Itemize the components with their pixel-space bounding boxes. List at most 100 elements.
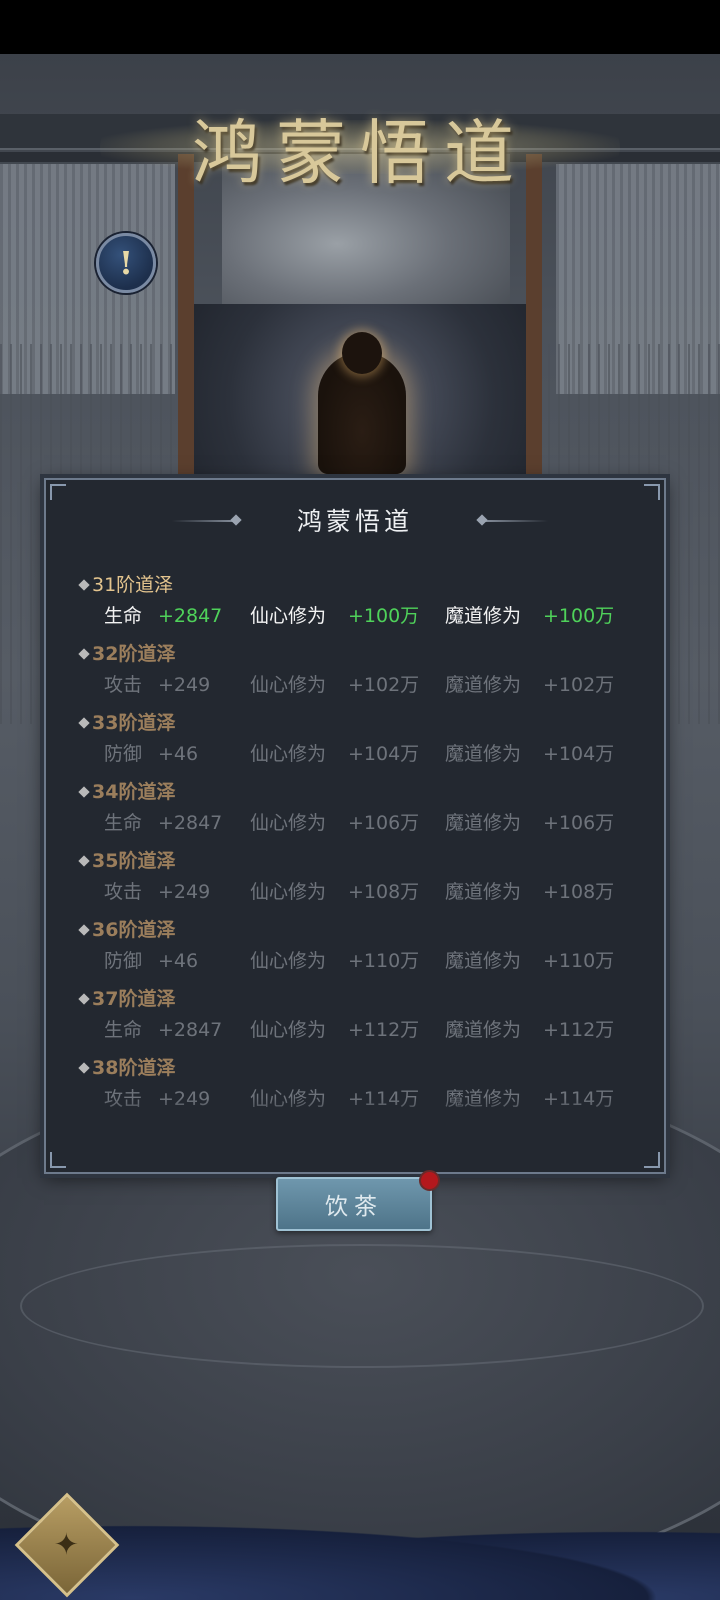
diamond-bullet-icon [78,579,90,591]
stat-name: 攻击 [104,674,143,696]
stat-name: 魔道修为 [445,674,522,696]
stat-name: 攻击 [104,881,143,903]
drink-tea-label: 饮茶 [325,1194,383,1220]
level-text: 38阶道泽 [92,1057,176,1079]
title-banner: 鸿蒙悟道 [100,102,620,194]
stat-name: 仙心修为 [250,881,327,903]
level-label: 32阶道泽 [76,641,175,667]
level-label: 38阶道泽 [76,1055,175,1081]
stat-value: +2847 [158,1019,223,1041]
stat-line: 生命 +2847 仙心修为 +100万 魔道修为 +100万 [76,602,636,630]
stat-value: +110万 [543,950,615,972]
diamond-bullet-icon [78,648,90,660]
stat-name: 仙心修为 [250,605,327,627]
stat-value: +112万 [543,1019,615,1041]
info-button[interactable]: ! [96,233,156,293]
stat-value: +106万 [348,812,420,834]
status-bar [0,0,720,54]
stat-value: +2847 [158,605,223,627]
stat-name: 防御 [104,950,143,972]
diamond-bullet-icon [78,993,90,1005]
page-title: 鸿蒙悟道 [192,111,528,194]
diamond-bullet-icon [78,1062,90,1074]
stat-name: 魔道修为 [445,605,522,627]
list-item: 31阶道泽 生命 +2847 仙心修为 +100万 魔道修为 +100万 [76,572,636,641]
stat-value: +108万 [543,881,615,903]
stat-value: +110万 [348,950,420,972]
stat-value: +102万 [543,674,615,696]
notification-dot [419,1170,440,1191]
level-text: 37阶道泽 [92,988,176,1010]
level-label: 34阶道泽 [76,779,175,805]
stat-value: +108万 [348,881,420,903]
list-item: 33阶道泽 防御 +46 仙心修为 +104万 魔道修为 +104万 [76,710,636,779]
stat-name: 魔道修为 [445,1019,522,1041]
stat-value: +104万 [348,743,420,765]
list-item: 36阶道泽 防御 +46 仙心修为 +110万 魔道修为 +110万 [76,917,636,986]
floor-pattern-ring [20,1244,704,1368]
stat-name: 生命 [104,605,143,627]
stat-name: 仙心修为 [250,674,327,696]
stat-value: +104万 [543,743,615,765]
level-text: 35阶道泽 [92,850,176,872]
level-text: 33阶道泽 [92,712,176,734]
stat-name: 魔道修为 [445,743,522,765]
level-label: 37阶道泽 [76,986,175,1012]
stat-value: +249 [158,881,211,903]
stat-name: 魔道修为 [445,812,522,834]
stat-value: +249 [158,674,211,696]
list-item: 34阶道泽 生命 +2847 仙心修为 +106万 魔道修为 +106万 [76,779,636,848]
stat-line: 生命 +2847 仙心修为 +106万 魔道修为 +106万 [76,809,636,837]
diamond-bullet-icon [78,786,90,798]
stat-value: +102万 [348,674,420,696]
stat-line: 防御 +46 仙心修为 +110万 魔道修为 +110万 [76,947,636,975]
stat-name: 仙心修为 [250,812,327,834]
stat-value: +2847 [158,812,223,834]
level-text: 36阶道泽 [92,919,176,941]
info-icon: ! [118,244,134,282]
reward-list[interactable]: 31阶道泽 生命 +2847 仙心修为 +100万 魔道修为 +100万 32阶道泽 攻击 +24… [76,572,636,1132]
stat-name: 仙心修为 [250,950,327,972]
stat-value: +46 [158,743,199,765]
level-text: 31阶道泽 [92,574,174,596]
reward-panel: 鸿蒙悟道 31阶道泽 生命 +2847 仙心修为 +100万 魔道修为 +100万 32阶道泽… [44,478,666,1174]
list-item: 32阶道泽 攻击 +249 仙心修为 +102万 魔道修为 +102万 [76,641,636,710]
panel-corner [644,484,660,500]
stat-line: 防御 +46 仙心修为 +104万 魔道修为 +104万 [76,740,636,768]
drink-tea-button[interactable]: 饮茶 [276,1177,432,1231]
menu-diamond-icon: ✦ [54,1527,80,1563]
level-label: 31阶道泽 [76,572,173,598]
diamond-bullet-icon [78,855,90,867]
stat-value: +112万 [348,1019,420,1041]
stat-value: +100万 [348,605,420,627]
stat-name: 生命 [104,1019,143,1041]
list-item: 35阶道泽 攻击 +249 仙心修为 +108万 魔道修为 +108万 [76,848,636,917]
stat-name: 仙心修为 [250,743,327,765]
level-text: 32阶道泽 [92,643,176,665]
stat-line: 攻击 +249 仙心修为 +108万 魔道修为 +108万 [76,878,636,906]
character-head [342,332,382,374]
stat-value: +100万 [543,605,615,627]
panel-corner [50,1152,66,1168]
level-label: 36阶道泽 [76,917,175,943]
panel-corner [644,1152,660,1168]
list-item: 37阶道泽 生命 +2847 仙心修为 +112万 魔道修为 +112万 [76,986,636,1055]
stat-name: 魔道修为 [445,881,522,903]
stat-line: 生命 +2847 仙心修为 +112万 魔道修为 +112万 [76,1016,636,1044]
stat-value: +46 [158,950,199,972]
stat-name: 生命 [104,812,143,834]
character-silhouette [318,332,406,474]
level-label: 35阶道泽 [76,848,175,874]
diamond-bullet-icon [78,924,90,936]
stat-name: 仙心修为 [250,1019,327,1041]
cloud-decoration [0,1514,720,1600]
stat-line: 攻击 +249 仙心修为 +102万 魔道修为 +102万 [76,671,636,699]
diamond-bullet-icon [78,717,90,729]
level-text: 34阶道泽 [92,781,176,803]
stat-value: +106万 [543,812,615,834]
level-label: 33阶道泽 [76,710,175,736]
panel-title: 鸿蒙悟道 [296,507,413,536]
stat-name: 魔道修为 [445,950,522,972]
panel-corner [50,484,66,500]
stat-name: 防御 [104,743,143,765]
